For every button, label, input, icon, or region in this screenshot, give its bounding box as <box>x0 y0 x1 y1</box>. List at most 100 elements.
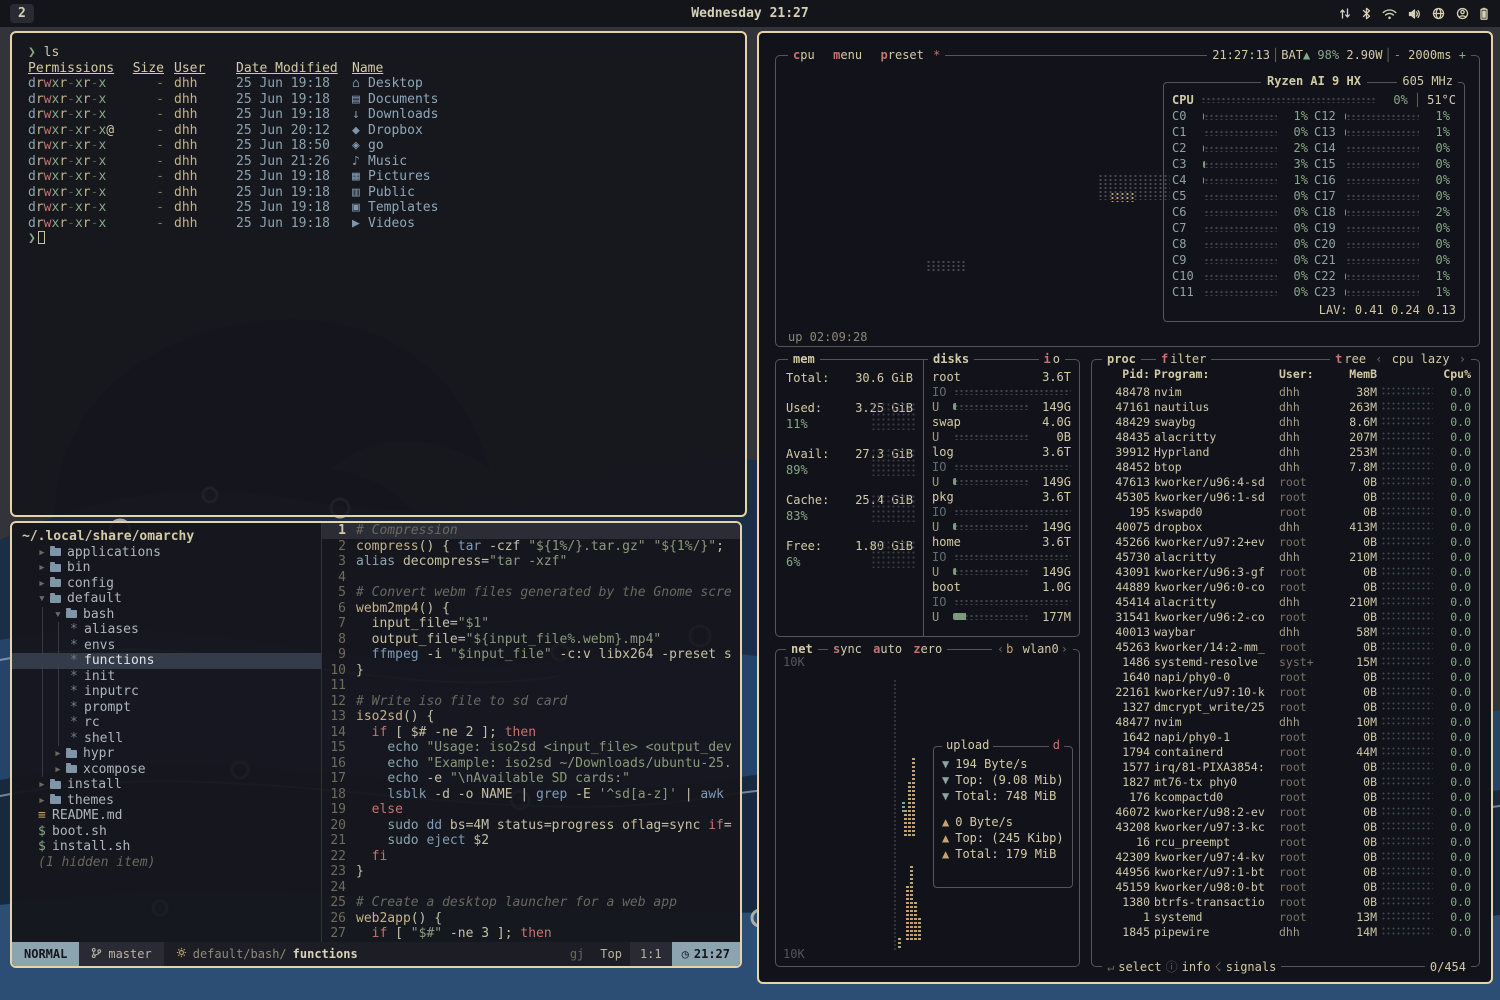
volume-icon[interactable] <box>1408 8 1421 20</box>
updates-icon[interactable] <box>1339 7 1351 20</box>
proc-row[interactable]: 1486systemd-resolvesyst+15M0.0 <box>1100 654 1471 669</box>
code-line: 15 echo "Usage: iso2sd <input_file> <out… <box>322 740 740 756</box>
proc-row[interactable]: 44956kworker/u97:1-btroot0B0.0 <box>1100 864 1471 879</box>
proc-row[interactable]: 42309kworker/u97:4-kvroot0B0.0 <box>1100 849 1471 864</box>
core-c20: C200% <box>1314 237 1456 251</box>
tree-item-install[interactable]: ▸install <box>12 777 321 793</box>
tree-item-config[interactable]: ▸config <box>12 576 321 592</box>
mem-mini-graph <box>871 448 917 476</box>
proc-row[interactable]: 1327dmcrypt_write/25root0B0.0 <box>1100 699 1471 714</box>
proc-row[interactable]: 1845pipewiredhh14M0.0 <box>1100 924 1471 939</box>
code-line: 16 echo "Example: iso2sd ~/Downloads/ubu… <box>322 756 740 772</box>
proc-row[interactable]: 1794containerdroot44M0.0 <box>1100 744 1471 759</box>
dropbox-icon: ◆ <box>352 123 368 139</box>
proc-sort-cluster[interactable]: tree ‹ cpu lazy › <box>1330 351 1471 367</box>
proc-cpu-sparkline <box>1381 702 1433 711</box>
tree-item-xcompose[interactable]: ▸xcompose <box>12 762 321 778</box>
proc-row[interactable]: 48435alacrittydhh207M0.0 <box>1100 429 1471 444</box>
proc-row[interactable]: 48477nvimdhh10M0.0 <box>1100 714 1471 729</box>
proc-row[interactable]: 1380btrfs-transactioroot0B0.0 <box>1100 894 1471 909</box>
proc-row[interactable]: 43091kworker/u96:3-gfroot0B0.0 <box>1100 564 1471 579</box>
tree-item-bash[interactable]: ▾bash <box>12 607 321 623</box>
tree-item-applications[interactable]: ▸applications <box>12 545 321 561</box>
proc-row[interactable]: 40013waybardhh58M0.0 <box>1100 624 1471 639</box>
net-toggle-sync[interactable]: sync <box>833 642 862 656</box>
code-line: 1# Compression <box>322 523 740 539</box>
refresh-interval[interactable]: - 2000ms + <box>1394 48 1466 62</box>
mem-mini-graph <box>871 540 917 568</box>
proc-row[interactable]: 48429swaybgdhh8.6M0.0 <box>1100 414 1471 429</box>
proc-row[interactable]: 45414alacrittydhh210M0.0 <box>1100 594 1471 609</box>
terminal-window[interactable]: ❯ lsPermissionsSizeUserDate ModifiedName… <box>10 31 747 517</box>
proc-row[interactable]: 31541kworker/u96:2-coroot0B0.0 <box>1100 609 1471 624</box>
proc-row[interactable]: 47161nautilusdhh263M0.0 <box>1100 399 1471 414</box>
proc-filter-toggle[interactable]: filter <box>1156 351 1211 367</box>
user-icon[interactable] <box>1456 7 1469 20</box>
workspace-indicator[interactable]: 2 <box>10 4 34 23</box>
tree-item-boot.sh[interactable]: $boot.sh <box>12 824 321 840</box>
net-upload-stat: ▲0 Byte/s <box>942 814 1064 830</box>
net-download-stat: ▼Total: 748 MiB <box>942 788 1064 804</box>
uptime: up 02:09:28 <box>788 330 867 344</box>
proc-row[interactable]: 47613kworker/u96:4-sdroot0B0.0 <box>1100 474 1471 489</box>
proc-row[interactable]: 16rcu_preemptroot0B0.0 <box>1100 834 1471 849</box>
tree-item-default[interactable]: ▾default <box>12 591 321 607</box>
proc-row[interactable]: 45305kworker/u96:1-sdroot0B0.0 <box>1100 489 1471 504</box>
proc-row[interactable]: 48478nvimdhh38M0.0 <box>1100 384 1471 399</box>
cpu-core-panel: Ryzen AI 9 HX 605 MHz CPU 0% │ 51°C C01%… <box>1163 82 1465 322</box>
proc-row[interactable]: 45159kworker/u98:0-btroot0B0.0 <box>1100 879 1471 894</box>
proc-row[interactable]: 1577irq/81-PIXA3854:root0B0.0 <box>1100 759 1471 774</box>
tree-item-bin[interactable]: ▸bin <box>12 560 321 576</box>
net-interface[interactable]: ‹b wlan0› <box>992 641 1073 657</box>
net-toggle-zero[interactable]: zero <box>913 642 942 656</box>
proc-row[interactable]: 39912Hyprlanddhh253M0.0 <box>1100 444 1471 459</box>
load-average: LAV: 0.41 0.24 0.13 <box>1172 303 1456 317</box>
core-c8: C80% <box>1172 237 1314 251</box>
tree-item--.local-share-omarchy[interactable]: ~/.local/share/omarchy <box>12 529 321 545</box>
tree-item-readme.md[interactable]: ≡README.md <box>12 808 321 824</box>
wifi-icon[interactable] <box>1382 8 1397 20</box>
proc-row[interactable]: 45730alacrittydhh210M0.0 <box>1100 549 1471 564</box>
globe-icon[interactable] <box>1432 7 1445 20</box>
clock[interactable]: Wednesday 21:27 <box>691 6 808 21</box>
proc-footer-actions[interactable]: ↵select ⓘinfo ☇signals <box>1102 959 1281 974</box>
proc-row[interactable]: 195kswapd0root0B0.0 <box>1100 504 1471 519</box>
proc-row[interactable]: 1systemdroot13M0.0 <box>1100 909 1471 924</box>
file-name: ◆Dropbox <box>352 123 729 139</box>
proc-row[interactable]: 45263kworker/14:2-mm_root0B0.0 <box>1100 639 1471 654</box>
tree-item-themes[interactable]: ▸themes <box>12 793 321 809</box>
git-branch[interactable]: master <box>79 942 163 966</box>
proc-row[interactable]: 48452btopdhh7.8M0.0 <box>1100 459 1471 474</box>
battery-icon[interactable] <box>1480 7 1488 20</box>
disk-root: root3.6T <box>932 369 1071 384</box>
prompt-line[interactable]: ❯ <box>28 231 729 247</box>
btop-menu-preset[interactable]: preset <box>881 48 924 62</box>
proc-cpu-sparkline <box>1381 822 1433 831</box>
proc-row[interactable]: 40075dropboxdhh413M0.0 <box>1100 519 1471 534</box>
proc-row[interactable]: 45266kworker/u97:2+evroot0B0.0 <box>1100 534 1471 549</box>
proc-row[interactable]: 22161kworker/u97:10-kroot0B0.0 <box>1100 684 1471 699</box>
proc-row[interactable]: 176kcompactd0root0B0.0 <box>1100 789 1471 804</box>
file-marker-icon: * <box>70 731 84 747</box>
proc-cpu-sparkline <box>1381 402 1433 411</box>
proc-row[interactable]: 44889kworker/u96:0-coroot0B0.0 <box>1100 579 1471 594</box>
btop-window[interactable]: cpu menu preset * 21:27:13 │ BAT▲ 98% 2.… <box>757 31 1493 984</box>
tree-item-install.sh[interactable]: $install.sh <box>12 839 321 855</box>
folder-icon <box>50 796 61 804</box>
proc-row[interactable]: 43208kworker/u97:3-kcroot0B0.0 <box>1100 819 1471 834</box>
neovim-window[interactable]: ~/.local/share/omarchy▸applications▸bin▸… <box>10 521 742 968</box>
prompt-line: ❯ ls <box>28 45 729 61</box>
net-graph-spike <box>904 810 907 836</box>
code-line: 11 <box>322 678 740 694</box>
proc-row[interactable]: 1640napi/phy0-0root0B0.0 <box>1100 669 1471 684</box>
proc-row[interactable]: 1642napi/phy0-1root0B0.0 <box>1100 729 1471 744</box>
net-toggle-auto[interactable]: auto <box>873 642 902 656</box>
proc-row[interactable]: 46072kworker/u98:2-evroot0B0.0 <box>1100 804 1471 819</box>
proc-row[interactable]: 1827mt76-tx phy0root0B0.0 <box>1100 774 1471 789</box>
code-line: 6webm2mp4() { <box>322 601 740 617</box>
code-editor[interactable]: 1# Compression2compress() { tar -czf "${… <box>322 523 740 942</box>
tree-item-hypr[interactable]: ▸hypr <box>12 746 321 762</box>
btop-menu-cpu[interactable]: cpu <box>793 48 815 62</box>
btop-menu-menu[interactable]: menu <box>833 48 862 62</box>
bluetooth-icon[interactable] <box>1362 7 1371 20</box>
